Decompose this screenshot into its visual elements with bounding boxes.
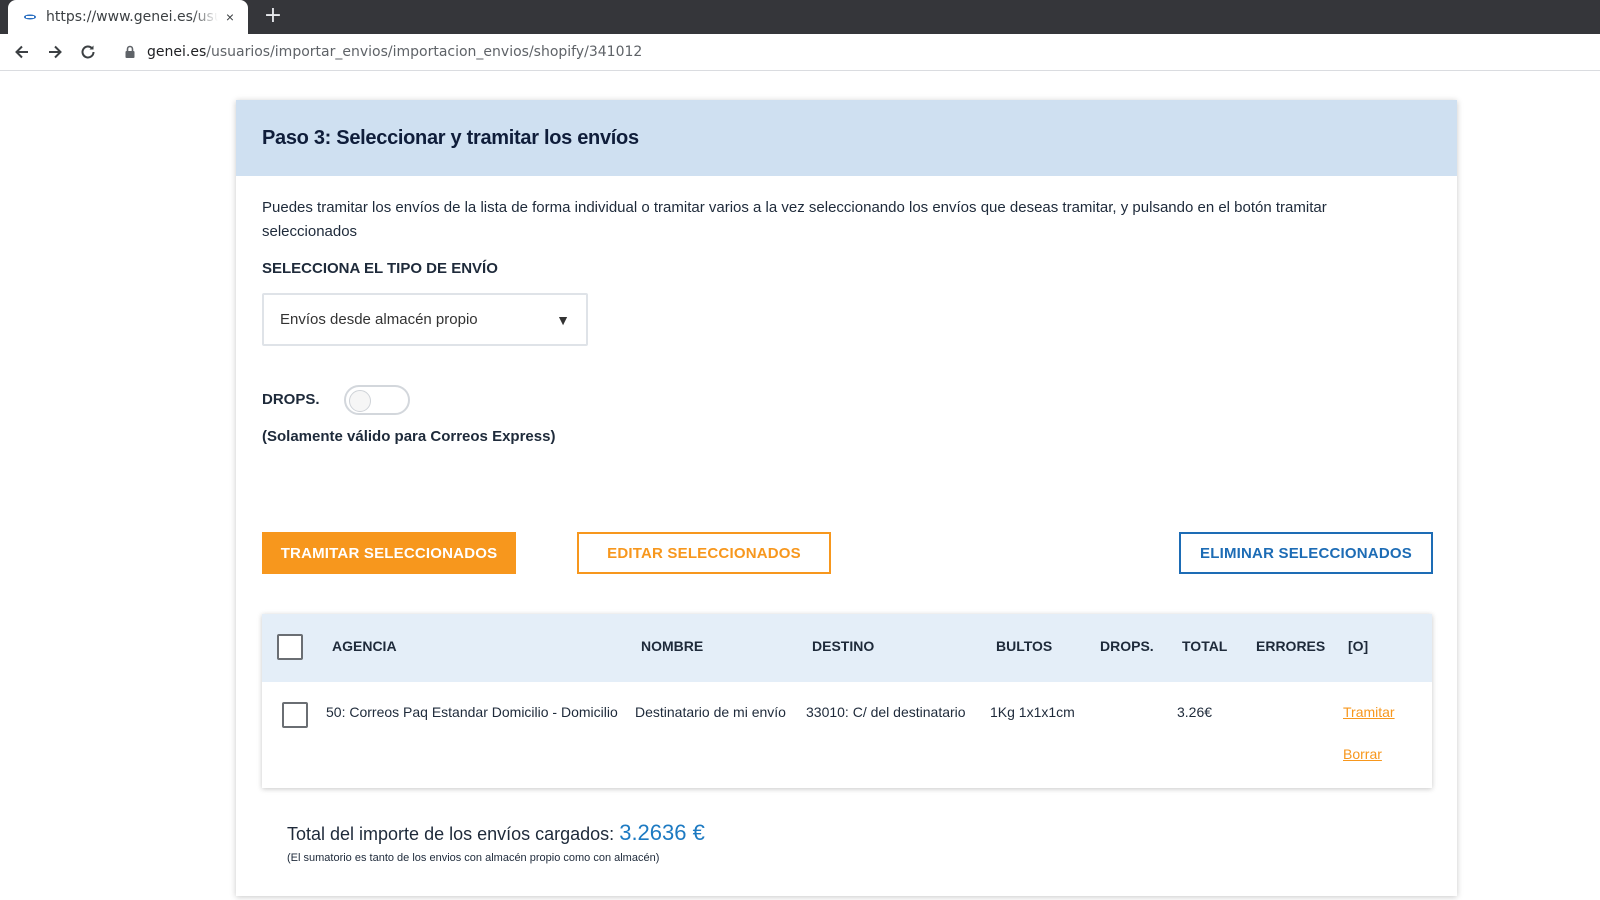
delete-selected-button[interactable]: ELIMINAR SELECCIONADOS bbox=[1179, 532, 1433, 574]
edit-selected-button[interactable]: EDITAR SELECCIONADOS bbox=[577, 532, 831, 574]
drops-note: (Solamente válido para Correos Express) bbox=[262, 428, 556, 445]
select-all-checkbox[interactable] bbox=[277, 634, 303, 660]
url-domain: genei.es bbox=[147, 44, 207, 60]
cell-total: 3.26€ bbox=[1177, 704, 1213, 720]
borrar-link[interactable]: Borrar bbox=[1343, 746, 1382, 762]
total-label: Total del importe de los envíos cargados… bbox=[287, 824, 615, 844]
reload-icon[interactable] bbox=[76, 40, 100, 64]
drops-label: DROPS. bbox=[262, 391, 320, 408]
browser-tab-bar: https://www.genei.es/usuarios/importar_e… bbox=[0, 0, 1600, 34]
shipping-type-selected-value: Envíos desde almacén propio bbox=[280, 311, 478, 328]
total-summary: Total del importe de los envíos cargados… bbox=[287, 820, 705, 846]
dropdown-arrow-icon: ▼ bbox=[556, 311, 570, 328]
browser-toolbar: genei.es/usuarios/importar_envios/import… bbox=[0, 34, 1600, 71]
header-nombre: NOMBRE bbox=[641, 638, 704, 654]
header-destino: DESTINO bbox=[812, 638, 875, 654]
shipments-table: AGENCIA NOMBRE DESTINO BULTOS DROPS. TOT… bbox=[262, 614, 1432, 788]
shipping-type-select[interactable]: Envíos desde almacén propio ▼ bbox=[262, 293, 588, 346]
drops-toggle[interactable] bbox=[344, 385, 410, 415]
address-bar[interactable]: genei.es/usuarios/importar_envios/import… bbox=[124, 38, 642, 66]
cell-destino: 33010: C/ del destinatario bbox=[806, 704, 966, 720]
new-tab-button[interactable]: + bbox=[262, 5, 284, 28]
card-header: Paso 3: Seleccionar y tramitar los envío… bbox=[236, 100, 1457, 176]
process-selected-button[interactable]: TRAMITAR SELECCIONADOS bbox=[262, 532, 516, 574]
table-header: AGENCIA NOMBRE DESTINO BULTOS DROPS. TOT… bbox=[262, 614, 1432, 682]
row-checkbox[interactable] bbox=[282, 702, 308, 728]
toggle-knob bbox=[349, 390, 371, 412]
instructions-text: Puedes tramitar los envíos de la lista d… bbox=[262, 199, 1327, 240]
total-note: (El sumatorio es tanto de los envios con… bbox=[287, 852, 660, 864]
cell-nombre: Destinatario de mi envío bbox=[635, 704, 786, 720]
page-title: Paso 3: Seleccionar y tramitar los envío… bbox=[262, 126, 639, 149]
header-bultos: BULTOS bbox=[996, 638, 1053, 654]
forward-arrow-icon[interactable] bbox=[43, 40, 67, 64]
header-total: TOTAL bbox=[1182, 638, 1228, 654]
header-options: [O] bbox=[1348, 638, 1369, 654]
close-tab-icon[interactable]: × bbox=[222, 9, 238, 25]
total-value: 3.2636 € bbox=[619, 820, 705, 845]
site-favicon-icon bbox=[22, 9, 38, 25]
tramitar-link[interactable]: Tramitar bbox=[1343, 704, 1395, 720]
url-text: genei.es/usuarios/importar_envios/import… bbox=[147, 44, 642, 60]
header-drops: DROPS. bbox=[1100, 638, 1154, 654]
tab-title: https://www.genei.es/usuarios/importar_e… bbox=[46, 9, 218, 25]
step-3-card: Paso 3: Seleccionar y tramitar los envío… bbox=[236, 100, 1457, 896]
browser-tab[interactable]: https://www.genei.es/usuarios/importar_e… bbox=[8, 0, 248, 34]
url-path: /usuarios/importar_envios/importacion_en… bbox=[206, 44, 643, 60]
shipping-type-label: SELECCIONA EL TIPO DE ENVÍO bbox=[262, 260, 498, 277]
cell-bultos: 1Kg 1x1x1cm bbox=[990, 704, 1075, 720]
lock-icon[interactable] bbox=[124, 45, 138, 59]
header-errores: ERRORES bbox=[1256, 638, 1326, 654]
back-arrow-icon[interactable] bbox=[10, 40, 34, 64]
header-agencia: AGENCIA bbox=[332, 638, 397, 654]
cell-agencia: 50: Correos Paq Estandar Domicilio - Dom… bbox=[326, 704, 618, 720]
